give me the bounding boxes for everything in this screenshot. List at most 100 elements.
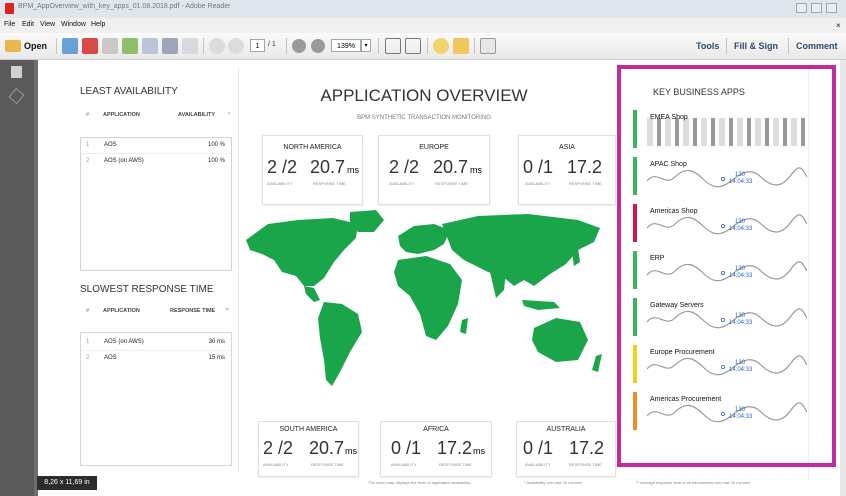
menu-help[interactable]: Help xyxy=(91,21,105,28)
page-number-input[interactable]: 1 xyxy=(250,39,265,52)
map-australia xyxy=(532,318,588,362)
region-card-africa: AFRICA 0 /1 17.2 ms AVAILABILITY RESPONS… xyxy=(380,421,492,477)
status-bar xyxy=(633,204,637,242)
toolbar-separator xyxy=(788,38,789,54)
toolbar-separator xyxy=(203,38,204,54)
region-card-europe: EUROPE 2 /2 20.7 ms AVAILABILITY RESPONS… xyxy=(378,135,490,205)
window-title: BPM_AppOverview_with_key_apps_01.08.2018… xyxy=(18,3,231,10)
sparkline-value: 130 xyxy=(735,219,746,225)
column-header-num: # xyxy=(86,112,90,118)
sparkline-time: 14:04:33 xyxy=(729,179,753,185)
edit-icon[interactable] xyxy=(102,38,118,54)
sparkline-line xyxy=(647,261,807,282)
slowest-response-title: SLOWEST RESPONSE TIME xyxy=(80,284,214,295)
region-response-time: 17.2 xyxy=(567,157,603,177)
region-availability: 2 /2 xyxy=(263,438,294,458)
map-indonesia xyxy=(522,300,560,310)
previous-page-icon[interactable] xyxy=(209,38,225,54)
sparkline-value: 130 xyxy=(735,313,746,319)
footnote-availability: * Availability over last 30 minutes xyxy=(524,480,583,485)
print-icon[interactable] xyxy=(162,38,178,54)
row-availability: 100 % xyxy=(207,142,225,148)
column-header-availability: AVAILABILITY xyxy=(178,112,216,118)
toolbar-separator xyxy=(378,38,379,54)
menu-file[interactable]: File xyxy=(4,21,15,28)
save-icon[interactable] xyxy=(142,38,158,54)
close-document-icon[interactable]: × xyxy=(836,21,841,30)
fill-sign-button[interactable]: Fill & Sign xyxy=(734,41,778,51)
region-card-australia: AUSTRALIA 0 /1 17.2 AVAILABILITY RESPONS… xyxy=(516,421,616,477)
row-application: AOS xyxy=(104,355,117,361)
toolbar: Open 1 / 1 139% ▾ Tools Fill & Sign Comm… xyxy=(0,33,846,60)
create-pdf-icon[interactable] xyxy=(62,38,78,54)
column-header-marker: * xyxy=(228,112,231,118)
toolbar-separator xyxy=(474,38,475,54)
attachment-icon[interactable] xyxy=(8,87,25,105)
sparkline-time: 14:04:33 xyxy=(729,273,753,279)
region-response-unit: ms xyxy=(473,446,485,456)
menu-view[interactable]: View xyxy=(40,21,55,28)
comment-button[interactable]: Comment xyxy=(796,41,838,51)
key-app-name: APAC Shop xyxy=(650,161,687,168)
zoom-in-icon[interactable] xyxy=(311,39,325,53)
sparkline-marker xyxy=(721,411,726,416)
open-button[interactable]: Open xyxy=(24,41,47,51)
status-bar xyxy=(633,157,637,195)
open-folder-icon[interactable] xyxy=(5,40,21,52)
map-india xyxy=(490,272,506,298)
page-thumbnails-icon[interactable] xyxy=(11,66,22,78)
column-header-response-time: RESPONSE TIME xyxy=(170,308,216,314)
highlight-icon[interactable] xyxy=(453,38,469,54)
toolbar-separator xyxy=(726,38,727,54)
window-titlebar: BPM_AppOverview_with_key_apps_01.08.2018… xyxy=(0,0,846,19)
zoom-level-select[interactable]: 139% xyxy=(331,39,361,52)
report-subtitle: BPM SYNTHETIC TRANSACTION MONITORING xyxy=(357,115,491,121)
pdf-page: LEAST AVAILABILITY # APPLICATION AVAILAB… xyxy=(38,60,844,496)
sparkline-marker xyxy=(721,176,726,181)
region-name: NORTH AMERICA xyxy=(283,144,342,151)
region-name: EUROPE xyxy=(419,144,449,151)
sparkline-line xyxy=(647,308,807,329)
vertical-scrollbar[interactable] xyxy=(840,60,846,496)
status-bar xyxy=(633,392,637,430)
comment-icon[interactable] xyxy=(433,38,449,54)
row-application: AOS (on AWS) xyxy=(104,339,144,345)
region-availability: 0 /1 xyxy=(391,438,422,458)
row-number: 1 xyxy=(86,142,90,148)
least-availability-table: 1 AOS 100 % 2 AOS (on AWS) 100 % xyxy=(80,137,232,271)
minimize-icon[interactable] xyxy=(796,3,807,13)
region-response-time: 20.7 xyxy=(309,438,345,458)
menu-edit[interactable]: Edit xyxy=(22,21,34,28)
footnote-map: The world map displays the level of appl… xyxy=(368,480,472,485)
slowest-response-panel: SLOWEST RESPONSE TIME # APPLICATION RESP… xyxy=(42,272,239,472)
response-time-label: RESPONSE TIME xyxy=(439,462,472,467)
key-app-row: Americas Shop 130 14:04:33 xyxy=(633,202,807,244)
zoom-dropdown-icon[interactable]: ▾ xyxy=(361,39,371,52)
email-icon[interactable] xyxy=(182,38,198,54)
sparkline-marker xyxy=(721,317,726,322)
response-time-label: RESPONSE TIME xyxy=(435,181,468,186)
availability-label: AVAILABILITY xyxy=(267,181,293,186)
response-time-label: RESPONSE TIME xyxy=(569,462,602,467)
fit-page-icon[interactable] xyxy=(385,38,401,54)
pdf-file-icon xyxy=(5,3,14,14)
key-app-row: Gateway Servers 130 14:04:33 xyxy=(633,296,807,338)
tools-button[interactable]: Tools xyxy=(696,41,719,51)
status-bar xyxy=(633,110,637,148)
export-pdf-icon[interactable] xyxy=(82,38,98,54)
expand-icon[interactable] xyxy=(480,38,496,54)
row-response-time: 30 ms xyxy=(208,339,225,345)
fit-width-icon[interactable] xyxy=(405,38,421,54)
menu-bar: File Edit View Window Help × xyxy=(0,18,846,33)
sparkline-marker xyxy=(721,270,726,275)
report-title: APPLICATION OVERVIEW xyxy=(320,86,528,105)
maximize-icon[interactable] xyxy=(811,3,822,13)
close-icon[interactable] xyxy=(826,3,837,13)
next-page-icon[interactable] xyxy=(228,38,244,54)
map-new-zealand xyxy=(592,354,602,372)
key-apps-title: KEY BUSINESS APPS xyxy=(653,87,745,97)
column-header-num: # xyxy=(86,308,90,314)
share-cloud-icon[interactable] xyxy=(122,38,138,54)
zoom-out-icon[interactable] xyxy=(292,39,306,53)
menu-window[interactable]: Window xyxy=(61,21,86,28)
